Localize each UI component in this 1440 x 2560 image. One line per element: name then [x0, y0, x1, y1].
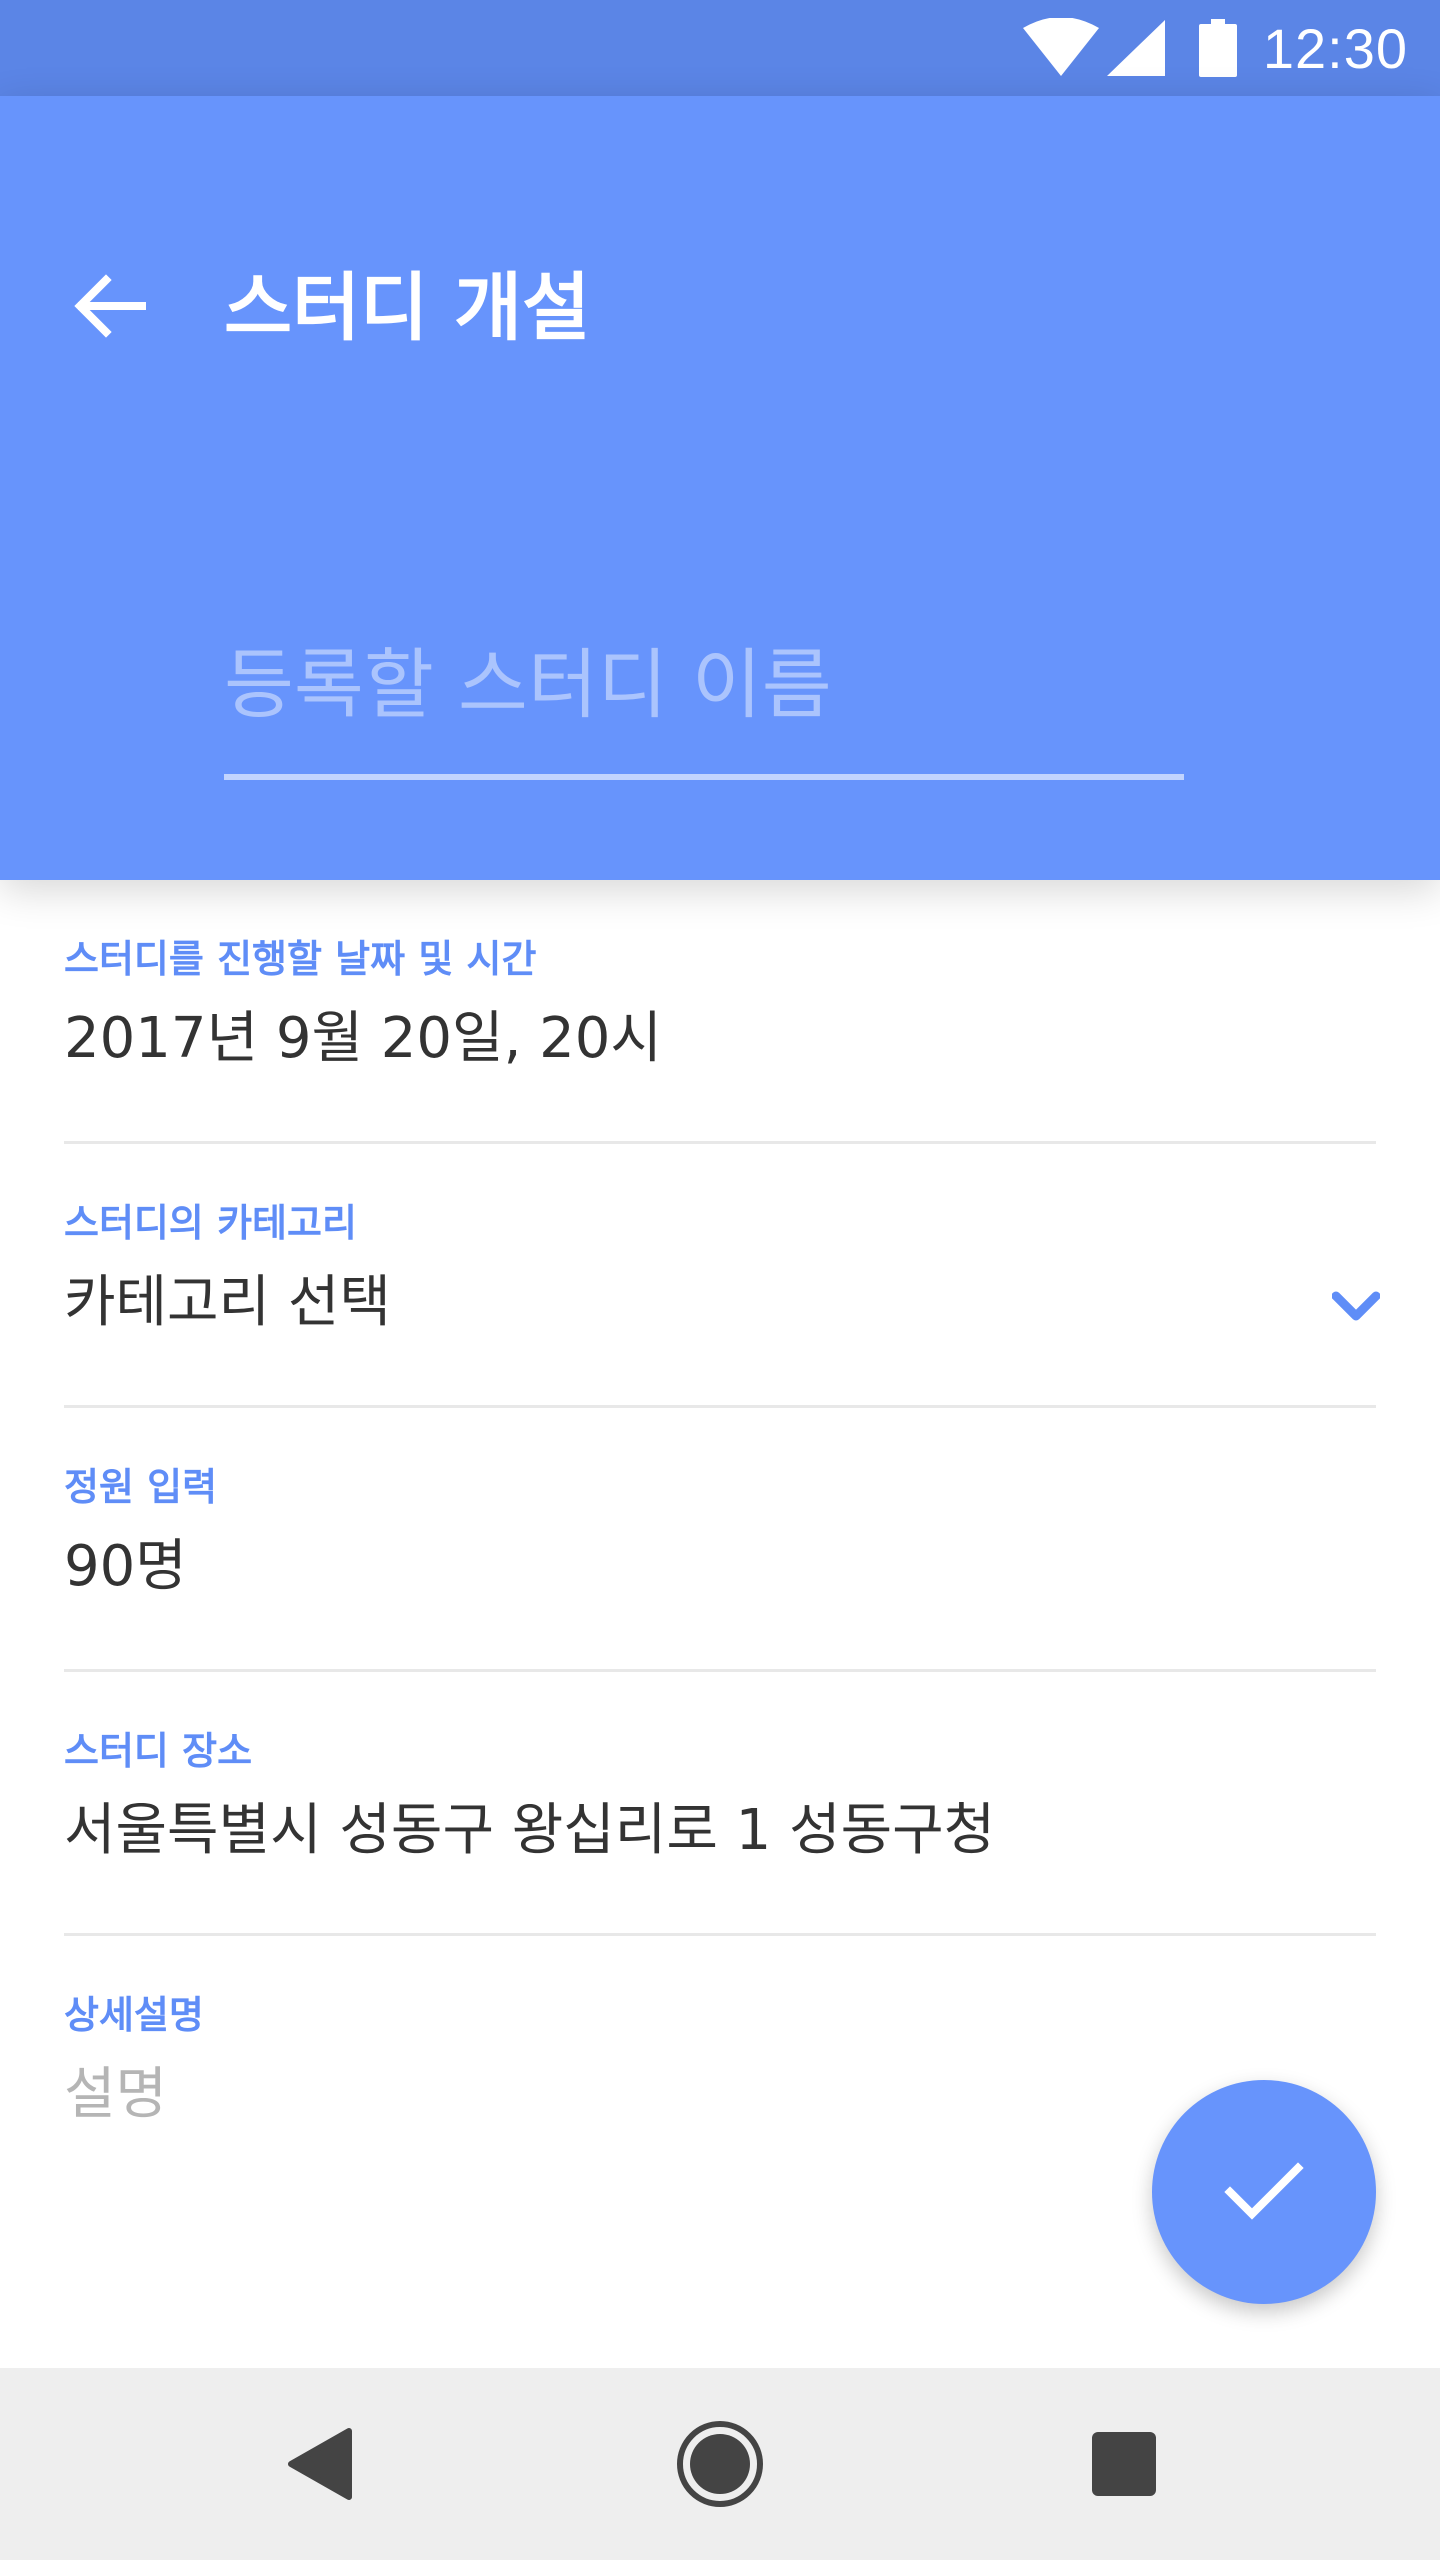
arrow-back-icon: [74, 274, 146, 338]
submit-fab-button[interactable]: [1152, 2080, 1376, 2304]
study-name-input[interactable]: [224, 624, 1184, 744]
datetime-value[interactable]: 2017년 9월 20일, 20시: [64, 1002, 662, 1076]
capacity-label: 정원 입력: [64, 1465, 218, 1509]
back-button[interactable]: [56, 252, 164, 360]
wifi-icon: [1022, 18, 1099, 76]
nav-recents-icon: [1092, 2432, 1156, 2496]
category-select[interactable]: 카테고리 선택: [64, 1266, 391, 1340]
category-label: 스터디의 카테고리: [64, 1201, 357, 1245]
study-name-underline: [224, 774, 1184, 780]
datetime-field[interactable]: 스터디를 진행할 날짜 및 시간 2017년 9월 20일, 20시: [0, 880, 1440, 1144]
chevron-down-icon[interactable]: [1332, 1290, 1380, 1322]
battery-icon: [1198, 19, 1237, 77]
cellular-signal-icon: [1106, 20, 1165, 76]
category-field[interactable]: 스터디의 카테고리 카테고리 선택: [0, 1144, 1440, 1408]
location-value[interactable]: 서울특별시 성동구 왕십리로 1 성동구청: [64, 1794, 995, 1868]
status-time: 12:30: [1262, 16, 1408, 80]
description-input[interactable]: 설명: [64, 2058, 167, 2132]
datetime-label: 스터디를 진행할 날짜 및 시간: [64, 937, 537, 981]
nav-recents-button[interactable]: [1076, 2416, 1172, 2512]
description-label: 상세설명: [64, 1993, 204, 2037]
status-icons: 12:30: [1022, 0, 1408, 96]
location-field[interactable]: 스터디 장소 서울특별시 성동구 왕십리로 1 성동구청: [0, 1672, 1440, 1936]
capacity-value[interactable]: 90명: [64, 1530, 187, 1604]
system-nav-bar: [0, 2368, 1440, 2560]
nav-back-button[interactable]: [272, 2416, 368, 2512]
nav-home-icon: [677, 2421, 763, 2507]
study-form: 스터디를 진행할 날짜 및 시간 2017년 9월 20일, 20시 스터디의 …: [0, 880, 1440, 2200]
capacity-field[interactable]: 정원 입력 90명: [0, 1408, 1440, 1672]
location-label: 스터디 장소: [64, 1729, 253, 1773]
app-header: 스터디 개설: [0, 96, 1440, 880]
status-bar: 12:30: [0, 0, 1440, 96]
nav-back-icon: [288, 2428, 352, 2500]
check-icon: [1224, 2162, 1304, 2220]
page-title: 스터디 개설: [224, 265, 591, 351]
nav-home-button[interactable]: [672, 2416, 768, 2512]
